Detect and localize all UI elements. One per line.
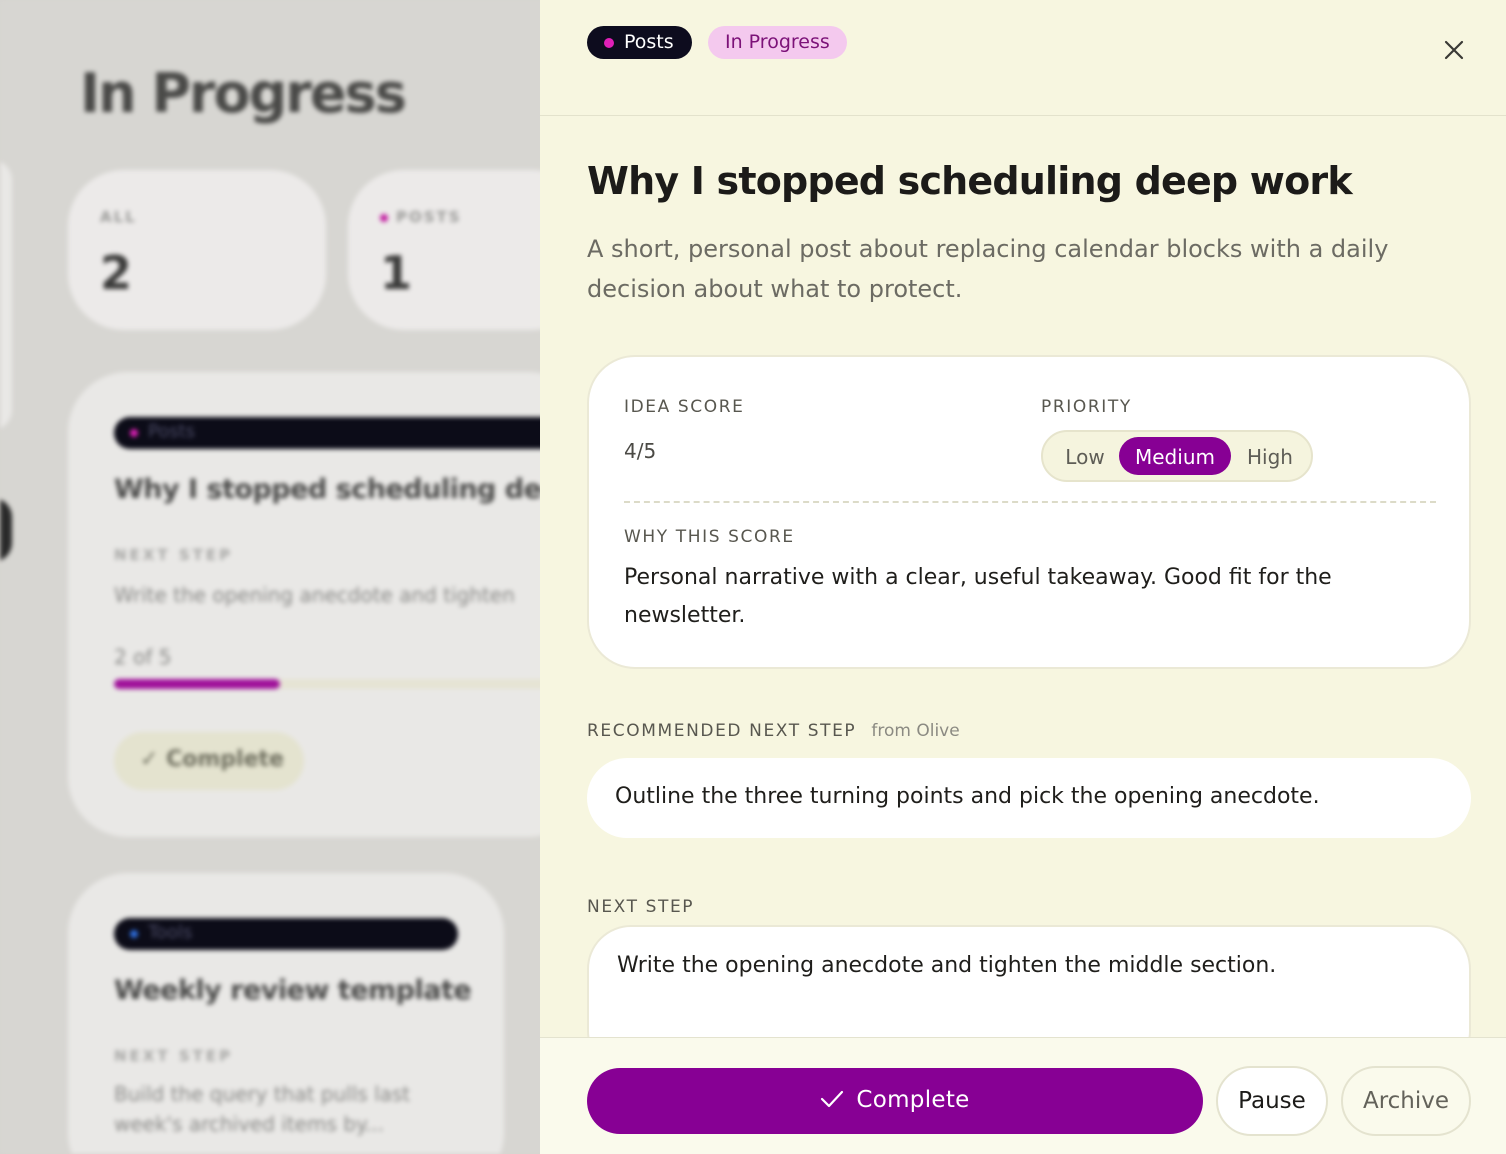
background-page-title: In Progress <box>80 62 407 125</box>
priority-label: PRIORITY <box>1041 397 1132 417</box>
card-complete-button[interactable]: ✓ Complete <box>114 732 304 790</box>
card-next-step: week's archived items by... <box>114 1112 384 1136</box>
post-title: Why I stopped scheduling deep work <box>587 159 1353 203</box>
tools-dot-icon <box>130 930 138 938</box>
recommended-source: from Olive <box>871 721 960 741</box>
priority-selector: Low Medium High <box>1041 430 1313 482</box>
check-icon <box>821 1090 844 1108</box>
post-description: A short, personal post about replacing c… <box>587 235 1389 303</box>
posts-dot-icon <box>604 38 614 48</box>
posts-dot-icon <box>130 429 138 437</box>
card-next-step: Write the opening anecdote and tighten <box>114 583 515 607</box>
next-step-label: NEXT STEP <box>587 897 695 917</box>
type-tag: Posts <box>587 26 692 59</box>
priority-option-medium[interactable]: Medium <box>1119 437 1231 475</box>
stat-label: POSTS <box>380 208 462 226</box>
score-card: IDEA SCORE 4/5 PRIORITY Low Medium High … <box>587 355 1471 669</box>
detail-panel: Posts In Progress Why I stopped scheduli… <box>540 0 1506 1154</box>
card-next-step: Build the query that pulls last <box>114 1082 411 1106</box>
board-card[interactable]: Posts Why I stopped scheduling deep work… <box>68 372 560 837</box>
recommended-next-step[interactable]: Outline the three turning points and pic… <box>587 758 1471 838</box>
archive-button[interactable]: Archive <box>1341 1066 1471 1136</box>
idea-score-value: 4/5 <box>624 439 657 463</box>
why-score-text: Personal narrative with a clear, useful … <box>624 565 1332 628</box>
priority-option-low[interactable]: Low <box>1051 437 1119 475</box>
card-progress-bar <box>114 679 560 689</box>
stat-label: ALL <box>100 208 137 226</box>
next-step-input[interactable]: Write the opening anecdote and tighten t… <box>587 925 1471 1037</box>
board-card[interactable]: Tools Weekly review template NEXT STEP B… <box>68 873 504 1154</box>
pause-button[interactable]: Pause <box>1216 1066 1328 1136</box>
background-sidebar-edge <box>0 160 12 430</box>
card-tag: Tools <box>114 918 458 950</box>
card-caption: NEXT STEP <box>114 1047 234 1065</box>
panel-body[interactable]: Why I stopped scheduling deep work A sho… <box>540 117 1506 1037</box>
background-handle <box>0 498 12 562</box>
card-caption: NEXT STEP <box>114 546 234 564</box>
close-button[interactable] <box>1438 34 1470 66</box>
panel-header: Posts In Progress <box>540 0 1506 116</box>
stat-card-all[interactable]: ALL 2 <box>68 170 326 330</box>
card-progress-fill <box>114 679 281 689</box>
stat-card-posts[interactable]: POSTS 1 <box>348 170 560 330</box>
type-tag-label: Posts <box>624 31 674 53</box>
divider <box>624 501 1436 503</box>
card-title: Weekly review template <box>114 975 472 1006</box>
why-score-label: WHY THIS SCORE <box>624 527 795 547</box>
posts-dot-icon <box>380 213 388 222</box>
complete-button[interactable]: Complete <box>587 1068 1203 1134</box>
card-tag: Posts <box>114 417 560 449</box>
card-progress-text: 2 of 5 <box>114 645 172 669</box>
stat-value: 2 <box>100 246 133 300</box>
priority-option-high[interactable]: High <box>1235 437 1305 475</box>
status-badge: In Progress <box>708 26 847 59</box>
background-page: In Progress ALL 2 POSTS 1 Posts Why I st… <box>0 0 560 1154</box>
complete-button-label: Complete <box>856 1087 970 1113</box>
stat-value: 1 <box>380 246 413 300</box>
card-title: Why I stopped scheduling deep work <box>114 474 560 505</box>
recommended-label-row: RECOMMENDED NEXT STEP from Olive <box>587 721 960 741</box>
panel-footer: Complete Pause Archive <box>540 1037 1506 1154</box>
recommended-label: RECOMMENDED NEXT STEP <box>587 721 857 741</box>
idea-score-label: IDEA SCORE <box>624 397 745 417</box>
close-icon <box>1444 40 1464 60</box>
